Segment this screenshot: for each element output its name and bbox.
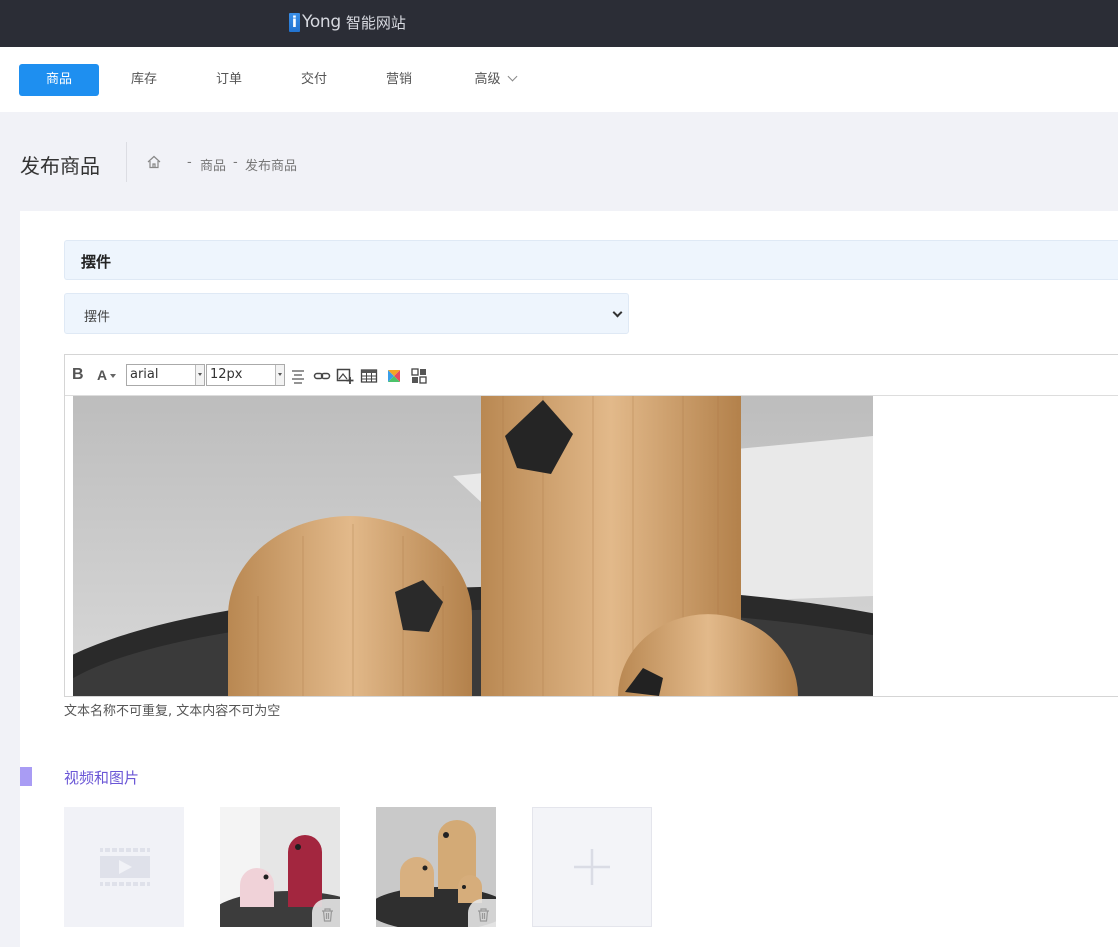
color-palette-icon[interactable]	[385, 367, 403, 385]
product-image[interactable]	[73, 396, 873, 696]
add-media-button[interactable]	[532, 807, 652, 927]
page-title: 发布商品	[20, 154, 100, 178]
category-select[interactable]: 摆件	[64, 293, 629, 334]
nav-item-advanced[interactable]: 高级	[455, 64, 535, 96]
logo[interactable]: i Yong 智能网站	[289, 10, 406, 34]
breadcrumb-products[interactable]: 商品	[200, 155, 226, 174]
main-nav: 商品 库存 订单 交付 营销 高级	[0, 47, 1118, 112]
font-color-label: A	[97, 367, 108, 383]
media-section-title: 视频和图片	[64, 769, 140, 787]
caret-down-icon	[110, 374, 117, 378]
rich-text-editor[interactable]: B A arial 12px	[64, 354, 1118, 697]
dropdown-arrow-icon	[195, 365, 204, 385]
table-icon[interactable]	[360, 367, 378, 385]
nav-item-products[interactable]: 商品	[19, 64, 99, 96]
nav-item-delivery[interactable]: 交付	[274, 64, 354, 96]
breadcrumb-separator: -	[187, 155, 192, 170]
insert-image-icon[interactable]	[336, 367, 354, 385]
nav-item-inventory[interactable]: 库存	[104, 64, 184, 96]
logo-text: Yong	[302, 12, 341, 32]
font-family-value: arial	[130, 367, 159, 382]
nav-item-marketing[interactable]: 营销	[359, 64, 439, 96]
link-icon[interactable]	[313, 367, 331, 385]
trash-icon	[478, 908, 489, 922]
top-bar: i Yong 智能网站	[0, 0, 1118, 47]
media-image-2[interactable]	[376, 807, 496, 927]
trash-icon	[322, 908, 333, 922]
logo-subtitle: 智能网站	[345, 13, 406, 32]
section-title: 摆件	[81, 253, 112, 271]
font-size-select[interactable]: 12px	[206, 364, 285, 386]
font-size-value: 12px	[210, 367, 243, 382]
editor-hint: 文本名称不可重复, 文本内容不可为空	[64, 704, 281, 719]
breadcrumb-current: 发布商品	[245, 159, 298, 174]
align-icon[interactable]	[289, 367, 307, 385]
delete-button[interactable]	[468, 899, 496, 927]
media-image-1[interactable]	[220, 807, 340, 927]
bold-button[interactable]: B	[72, 366, 84, 384]
dropdown-arrow-icon	[275, 365, 284, 385]
section-header: 摆件	[64, 240, 1118, 280]
video-icon	[100, 848, 150, 886]
section-marker	[20, 767, 32, 786]
title-divider	[126, 142, 127, 182]
font-color-button[interactable]: A	[97, 367, 117, 385]
video-placeholder[interactable]	[64, 807, 184, 927]
font-family-select[interactable]: arial	[126, 364, 205, 386]
nav-item-advanced-label: 高级	[474, 72, 501, 87]
chevron-down-icon	[612, 307, 623, 318]
category-select-value: 摆件	[84, 310, 111, 325]
editor-toolbar: B A arial 12px	[65, 355, 1118, 396]
chevron-down-icon	[507, 71, 517, 82]
home-icon[interactable]	[146, 154, 162, 170]
logo-mark: i	[289, 12, 300, 32]
grid-icon[interactable]	[410, 367, 428, 385]
delete-button[interactable]	[312, 899, 340, 927]
plus-icon	[574, 849, 610, 885]
nav-item-orders[interactable]: 订单	[189, 64, 269, 96]
breadcrumb-separator: -	[233, 155, 238, 170]
